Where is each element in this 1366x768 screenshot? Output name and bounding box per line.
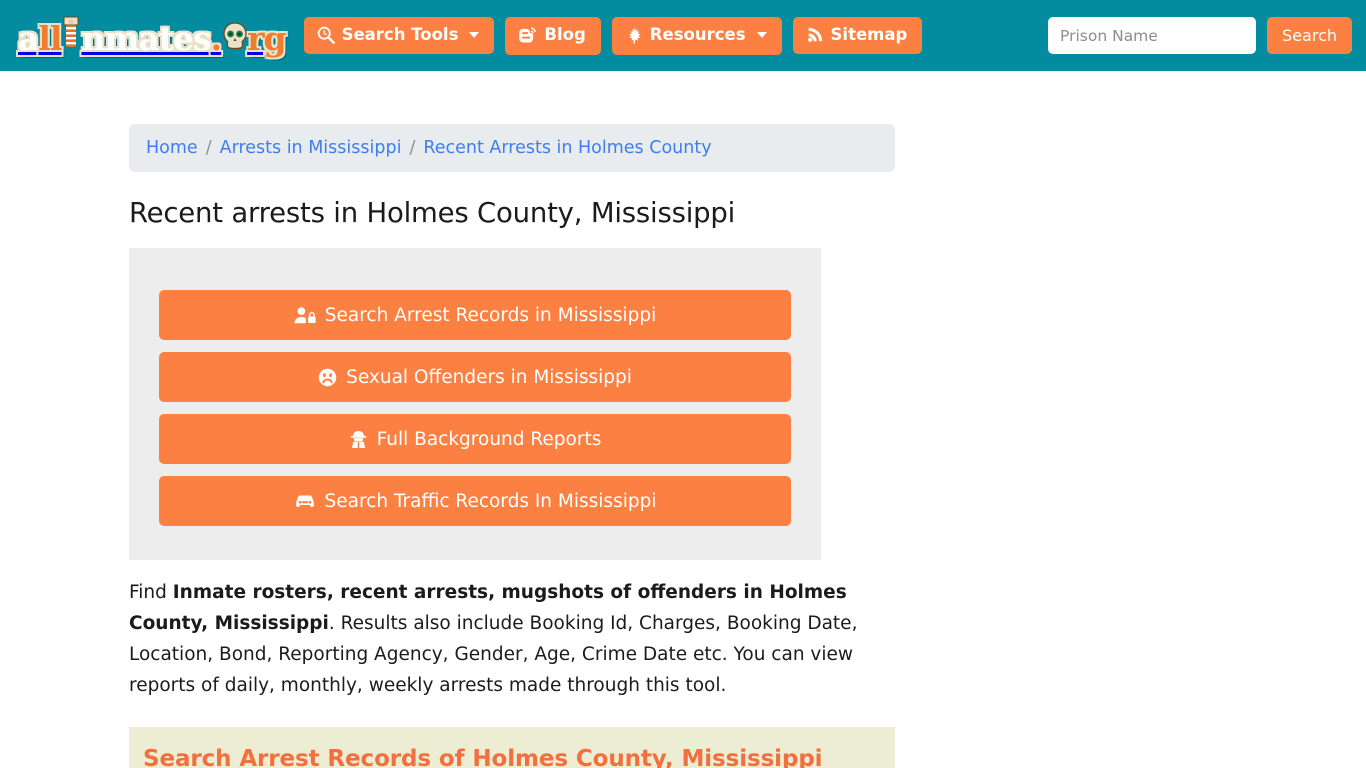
chevron-down-icon (756, 32, 767, 38)
search-tools-label: Search Tools (341, 24, 459, 44)
breadcrumb-item-home[interactable]: Home (146, 138, 198, 158)
sexual-offenders-button[interactable]: Sexual Offenders in Mississippi (159, 352, 791, 402)
prisoner-icon (61, 16, 81, 50)
search-clock-icon (317, 26, 335, 44)
breadcrumb-item-arrests-in-mississippi[interactable]: Arrests in Mississippi (220, 138, 402, 158)
car-icon (294, 492, 316, 510)
user-secret-icon (349, 430, 368, 449)
search-records-heading: Search Arrest Records of Holmes County, … (143, 746, 823, 768)
breadcrumb-item-recent-arrests-in-holmes-county[interactable]: Recent Arrests in Holmes County (423, 138, 711, 158)
blog-label: Blog (544, 24, 586, 44)
leaf-icon (625, 26, 643, 45)
logo-dot: . (210, 18, 222, 58)
blog-button[interactable]: Blog (505, 16, 601, 55)
resources-label: Resources (649, 24, 746, 44)
page-content: Home / Arrests in Mississippi / Recent A… (0, 124, 1366, 768)
logo-letters-rg: rg (247, 18, 286, 58)
nav-item-sitemap: Sitemap (792, 17, 923, 54)
user-lock-icon (294, 306, 316, 325)
search-arrest-records-button[interactable]: Search Arrest Records in Mississippi (159, 290, 791, 340)
nav-item-search-tools: Search Tools (303, 17, 495, 54)
frown-face-icon (318, 368, 337, 387)
skull-icon (221, 20, 247, 50)
full-background-reports-button[interactable]: Full Background Reports (159, 414, 791, 464)
main-navigation: Search Tools Blog Resources Sitemap (303, 16, 923, 55)
content-container: Home / Arrests in Mississippi / Recent A… (129, 124, 895, 768)
resources-button[interactable]: Resources (611, 16, 782, 55)
site-logo[interactable]: a ll nmates. rg (18, 14, 287, 58)
paragraph-lead: Find (129, 582, 173, 603)
nav-item-resources: Resources (611, 16, 782, 55)
breadcrumb: Home / Arrests in Mississippi / Recent A… (129, 124, 895, 172)
logo-wordmark: a ll nmates. rg (18, 16, 287, 58)
cta-label: Full Background Reports (376, 428, 602, 450)
rss-icon (806, 26, 824, 44)
breadcrumb-separator: / (409, 138, 416, 158)
chevron-down-icon (469, 32, 480, 38)
header-search-button[interactable]: Search (1267, 17, 1352, 54)
search-tools-button[interactable]: Search Tools (303, 17, 495, 54)
cta-label: Sexual Offenders in Mississippi (346, 366, 632, 388)
search-records-section: Search Arrest Records of Holmes County, … (129, 727, 895, 768)
cta-panel: Search Arrest Records in Mississippi Sex… (129, 248, 821, 560)
sitemap-label: Sitemap (830, 24, 908, 44)
logo-letters-nmates: nmates (81, 18, 211, 58)
cta-label: Search Traffic Records In Mississippi (324, 490, 657, 512)
nav-item-blog: Blog (505, 16, 601, 55)
header-search-form: Search (1048, 17, 1352, 54)
page-title: Recent arrests in Holmes County, Mississ… (129, 197, 736, 229)
nav-list: Search Tools Blog Resources Sitemap (303, 16, 923, 55)
site-header: a ll nmates. rg Search Tools Blog Resour… (0, 0, 1366, 71)
cta-label: Search Arrest Records in Mississippi (324, 304, 657, 326)
search-traffic-records-button[interactable]: Search Traffic Records In Mississippi (159, 476, 791, 526)
prison-name-input[interactable] (1048, 17, 1257, 54)
intro-paragraph: Find Inmate rosters, recent arrests, mug… (129, 577, 889, 701)
sitemap-button[interactable]: Sitemap (792, 17, 923, 54)
logo-letter-ll: ll (38, 18, 62, 58)
logo-letter-a: a (18, 18, 39, 58)
blogger-icon (518, 26, 537, 45)
breadcrumb-separator: / (205, 138, 212, 158)
